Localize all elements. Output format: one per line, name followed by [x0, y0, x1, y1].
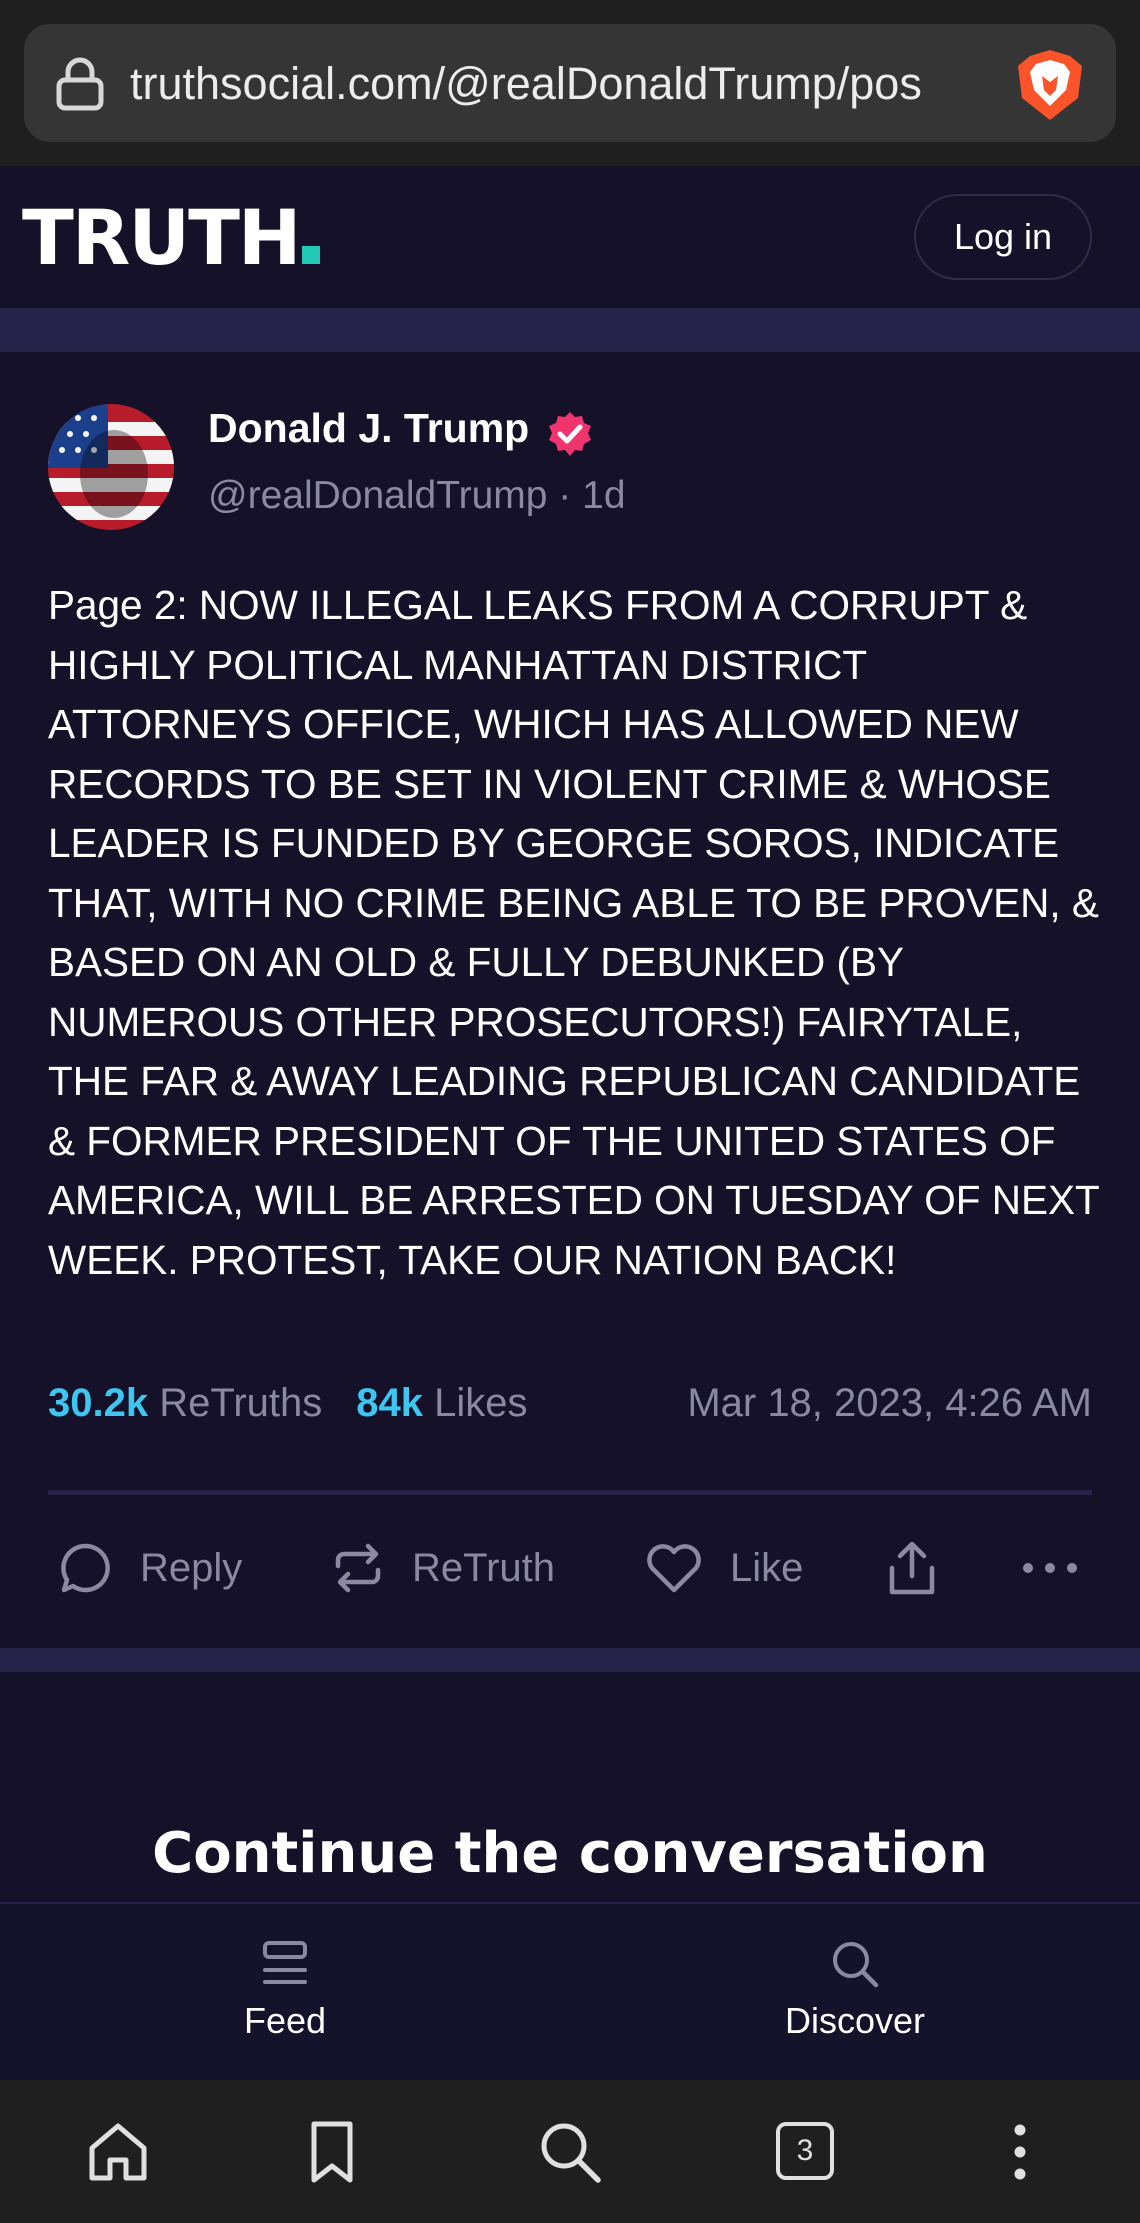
- avatar[interactable]: [48, 404, 174, 530]
- nav-feed[interactable]: Feed: [155, 1938, 415, 2042]
- brave-lion-icon[interactable]: [1012, 46, 1088, 124]
- login-button[interactable]: Log in: [914, 194, 1092, 280]
- bookmark-icon[interactable]: [296, 2116, 368, 2188]
- tabs-icon[interactable]: 3: [776, 2122, 834, 2180]
- author-handle[interactable]: @realDonaldTrump: [208, 474, 547, 517]
- share-icon: [889, 1541, 935, 1595]
- logo-dot: [301, 246, 320, 264]
- reply-icon: [61, 1543, 110, 1593]
- meta-separator: ·: [558, 474, 572, 517]
- continue-conversation-heading: Continue the conversation: [152, 1821, 988, 1886]
- lock-icon: [56, 57, 104, 111]
- more-icon: [1023, 1563, 1077, 1573]
- nav-feed-label: Feed: [243, 2000, 327, 2041]
- home-icon[interactable]: [82, 2116, 154, 2188]
- like-label: Like: [730, 1545, 804, 1590]
- discover-icon: [833, 1942, 879, 1988]
- retruths-label: ReTruths: [159, 1381, 323, 1425]
- feed-icon: [263, 1941, 307, 1984]
- url-text[interactable]: truthsocial.com/@realDonaldTrump/pos: [130, 54, 1010, 114]
- app-bottom-nav: Feed Discover: [0, 1902, 1140, 2082]
- post-card: Donald J. Trump @realDonaldTrump · 1d Pa…: [0, 352, 1140, 1648]
- browser-bottom-bar: 3: [0, 2080, 1140, 2223]
- search-icon[interactable]: [534, 2116, 606, 2188]
- like-button[interactable]: Like: [644, 1524, 803, 1612]
- verified-badge-icon: [549, 412, 591, 456]
- truth-logo[interactable]: TRUTH: [22, 188, 320, 288]
- likes-count: 84k: [356, 1381, 423, 1425]
- retruths-count: 30.2k: [48, 1381, 149, 1425]
- address-bar[interactable]: truthsocial.com/@realDonaldTrump/pos: [24, 24, 1116, 142]
- menu-icon[interactable]: [984, 2116, 1056, 2188]
- post-text: Page 2: NOW ILLEGAL LEAKS FROM A CORRUPT…: [48, 582, 1099, 1283]
- browser-toolbar: truthsocial.com/@realDonaldTrump/pos: [0, 0, 1140, 166]
- reply-button[interactable]: Reply: [58, 1524, 242, 1612]
- post-actions: Reply ReTruth Like: [48, 1524, 1092, 1612]
- post-bottom-divider: [0, 1648, 1140, 1672]
- post-age[interactable]: 1d: [582, 474, 625, 517]
- header-divider: [0, 308, 1140, 352]
- retruth-button[interactable]: ReTruth: [330, 1524, 555, 1612]
- post-timestamp: Mar 18, 2023, 4:26 AM: [687, 1381, 1092, 1425]
- retruth-icon: [335, 1543, 381, 1593]
- nav-discover[interactable]: Discover: [725, 1938, 985, 2042]
- more-options-button[interactable]: [1020, 1524, 1106, 1612]
- reply-label: Reply: [140, 1545, 243, 1590]
- site-header: TRUTH Log in: [0, 166, 1140, 308]
- share-button[interactable]: [886, 1524, 964, 1612]
- retruth-label: ReTruth: [412, 1545, 556, 1590]
- post-stats: 30.2k ReTruths 84k Likes Mar 18, 2023, 4:…: [48, 1368, 1092, 1438]
- likes-stat[interactable]: 84k Likes: [356, 1381, 527, 1425]
- author-meta: @realDonaldTrump · 1d: [208, 470, 626, 522]
- likes-label: Likes: [434, 1381, 528, 1425]
- nav-discover-label: Discover: [784, 2000, 926, 2041]
- retruths-stat[interactable]: 30.2k ReTruths: [48, 1381, 322, 1425]
- post-divider: [48, 1490, 1092, 1495]
- avatar-image: [48, 404, 174, 530]
- author-name[interactable]: Donald J. Trump: [208, 402, 529, 454]
- heart-icon: [647, 1544, 701, 1593]
